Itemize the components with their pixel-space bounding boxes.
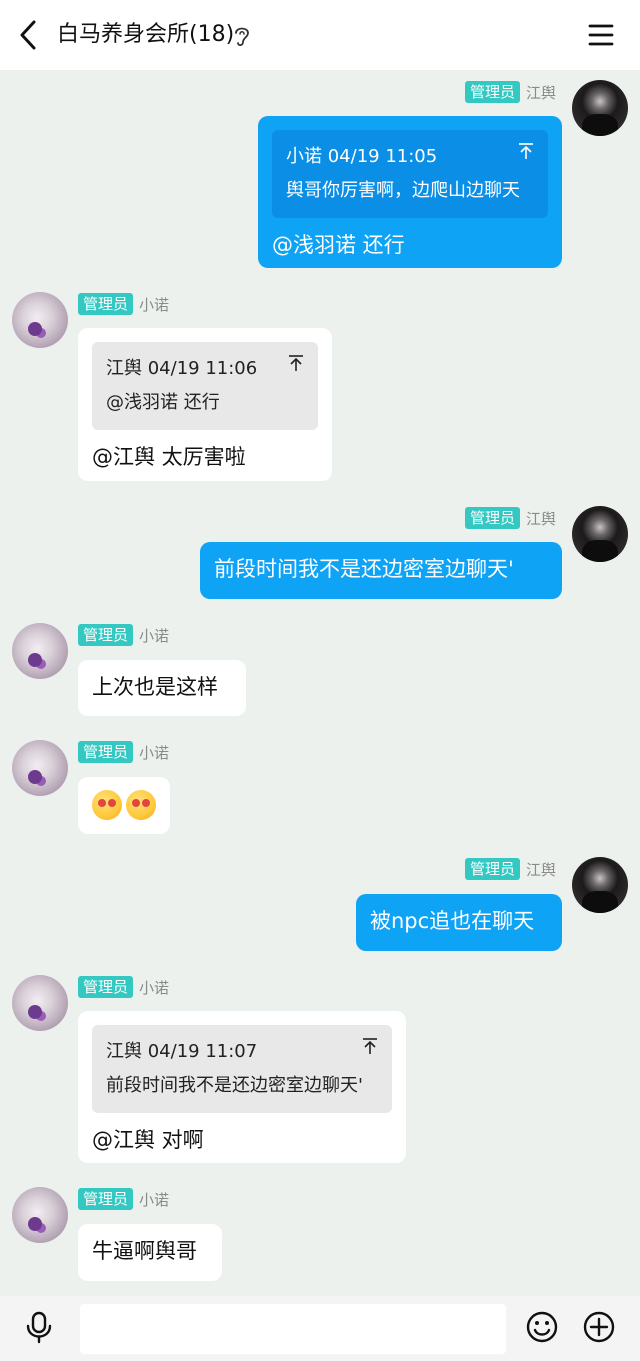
message-input[interactable]	[80, 1304, 506, 1354]
message-bubble[interactable]: 江舆 04/19 11:06 @浅羽诺 还行 @江舆 太厉害啦	[78, 328, 332, 481]
plus-circle-icon[interactable]	[582, 1310, 616, 1344]
message-bubble[interactable]: 前段时间我不是还边密室边聊天'	[200, 542, 562, 599]
chevron-left-icon[interactable]	[14, 18, 44, 52]
sender-meta: 管理员 小诺	[78, 975, 169, 999]
avatar[interactable]	[572, 80, 628, 136]
quoted-message[interactable]: 江舆 04/19 11:07 前段时间我不是还边密室边聊天'	[92, 1025, 392, 1113]
admin-badge: 管理员	[78, 741, 134, 763]
ear-icon[interactable]	[232, 24, 252, 48]
jump-to-top-icon[interactable]	[362, 1037, 378, 1055]
chat-title[interactable]: 白马养身会所(18)	[57, 18, 234, 52]
admin-badge: 管理员	[464, 507, 520, 529]
message-bubble[interactable]: 小诺 04/19 11:05 舆哥你厉害啊，边爬山边聊天 @浅羽诺 还行	[258, 116, 562, 268]
sender-name[interactable]: 江舆	[526, 82, 556, 103]
chat-header: 白马养身会所(18)	[0, 0, 640, 70]
message-text: 被npc追也在聊天	[370, 909, 535, 933]
sender-name[interactable]: 小诺	[139, 1189, 169, 1210]
hugging-face-emoji	[126, 790, 156, 820]
message-text: 牛逼啊舆哥	[92, 1239, 197, 1263]
input-bar	[0, 1296, 640, 1361]
admin-badge: 管理员	[464, 81, 520, 103]
sender-meta: 管理员 江舆	[464, 857, 556, 881]
sender-meta: 管理员 小诺	[78, 292, 169, 316]
quote-header: 江舆 04/19 11:06	[106, 358, 258, 379]
message-bubble[interactable]: 上次也是这样	[78, 660, 246, 716]
sender-meta: 管理员 江舆	[464, 80, 556, 104]
avatar[interactable]	[572, 506, 628, 562]
message-text: @江舆 对啊	[92, 1128, 204, 1152]
avatar[interactable]	[12, 975, 68, 1031]
jump-to-top-icon[interactable]	[288, 354, 304, 372]
sender-meta: 管理员 小诺	[78, 1187, 169, 1211]
hamburger-menu-icon[interactable]	[586, 20, 616, 50]
admin-badge: 管理员	[78, 624, 134, 646]
hugging-face-emoji	[92, 790, 122, 820]
message-text: 前段时间我不是还边密室边聊天'	[214, 557, 514, 581]
sender-name[interactable]: 小诺	[139, 742, 169, 763]
sender-name[interactable]: 江舆	[526, 859, 556, 880]
smiley-icon[interactable]	[525, 1310, 559, 1344]
quote-text: @浅羽诺 还行	[106, 392, 220, 413]
avatar[interactable]	[12, 740, 68, 796]
quoted-message[interactable]: 小诺 04/19 11:05 舆哥你厉害啊，边爬山边聊天	[272, 130, 548, 218]
message-text: @浅羽诺 还行	[272, 233, 405, 257]
admin-badge: 管理员	[78, 976, 134, 998]
quote-header: 小诺 04/19 11:05	[286, 146, 438, 167]
sender-meta: 管理员 江舆	[464, 506, 556, 530]
avatar[interactable]	[12, 292, 68, 348]
avatar[interactable]	[12, 1187, 68, 1243]
message-bubble[interactable]: 被npc追也在聊天	[356, 894, 562, 951]
admin-badge: 管理员	[78, 1188, 134, 1210]
sender-meta: 管理员 小诺	[78, 623, 169, 647]
sender-name[interactable]: 小诺	[139, 977, 169, 998]
sender-name[interactable]: 小诺	[139, 625, 169, 646]
quote-header: 江舆 04/19 11:07	[106, 1041, 258, 1062]
microphone-icon[interactable]	[22, 1310, 56, 1344]
quote-text: 前段时间我不是还边密室边聊天'	[106, 1075, 363, 1096]
message-bubble[interactable]: 江舆 04/19 11:07 前段时间我不是还边密室边聊天' @江舆 对啊	[78, 1011, 406, 1163]
quote-text: 舆哥你厉害啊，边爬山边聊天	[286, 180, 520, 201]
message-text: 上次也是这样	[92, 675, 218, 699]
sender-meta: 管理员 小诺	[78, 740, 169, 764]
avatar[interactable]	[12, 623, 68, 679]
sender-name[interactable]: 小诺	[139, 294, 169, 315]
admin-badge: 管理员	[464, 858, 520, 880]
admin-badge: 管理员	[78, 293, 134, 315]
message-bubble[interactable]	[78, 777, 170, 834]
message-bubble[interactable]: 牛逼啊舆哥	[78, 1224, 222, 1281]
quoted-message[interactable]: 江舆 04/19 11:06 @浅羽诺 还行	[92, 342, 318, 430]
sender-name[interactable]: 江舆	[526, 508, 556, 529]
avatar[interactable]	[572, 857, 628, 913]
message-text: @江舆 太厉害啦	[92, 445, 246, 469]
jump-to-top-icon[interactable]	[518, 142, 534, 160]
